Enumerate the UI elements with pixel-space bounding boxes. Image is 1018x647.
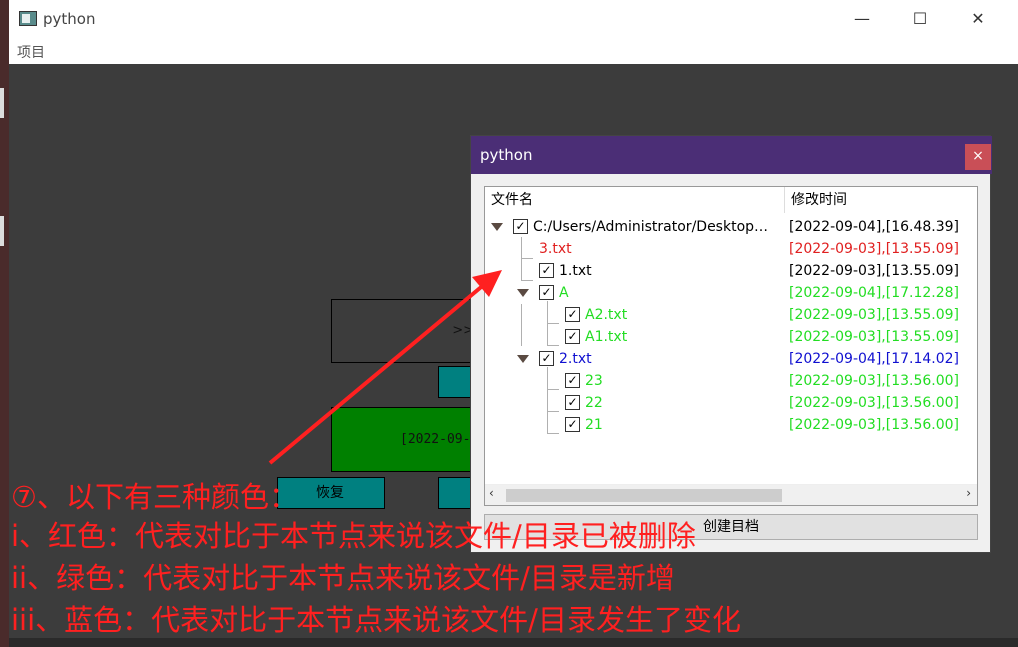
annotation-red-meaning: i、红色：代表对比于本节点来说该文件/目录已被删除 bbox=[11, 519, 696, 553]
annotation-green-meaning: ii、绿色：代表对比于本节点来说该文件/目录是新增 bbox=[11, 561, 675, 595]
annotation-arrow-line bbox=[268, 281, 488, 465]
annotation-blue-meaning: iii、蓝色：代表对比于本节点来说该文件/目录发生了变化 bbox=[11, 603, 741, 637]
annotation-heading: ⑦、以下有三种颜色： bbox=[11, 480, 298, 514]
